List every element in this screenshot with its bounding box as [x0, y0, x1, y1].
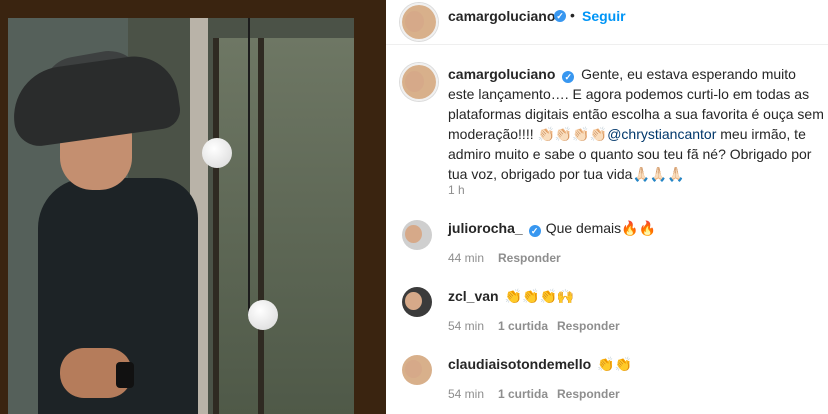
caption-mention-link[interactable]: @chrystiancantor [607, 126, 716, 142]
comment-timestamp[interactable]: 44 min [448, 251, 484, 265]
wristwatch [116, 362, 134, 388]
post-caption: camargoluciano ✓ Gente, eu estava espera… [448, 64, 824, 184]
light-bulb [202, 138, 232, 168]
comment-body: zcl_van 👏👏👏🙌 [448, 288, 574, 305]
comment-username[interactable]: zcl_van [448, 288, 499, 304]
light-cord [248, 18, 250, 318]
comment-timestamp[interactable]: 54 min [448, 319, 484, 333]
comment-username[interactable]: juliorocha_ [448, 220, 523, 236]
reply-button[interactable]: Responder [557, 387, 620, 401]
post-media[interactable] [0, 0, 386, 414]
author-avatar[interactable] [400, 3, 438, 41]
follow-button[interactable]: Seguir [582, 8, 626, 24]
reply-button[interactable]: Responder [498, 251, 561, 265]
caption-username[interactable]: camargoluciano [448, 66, 555, 82]
comment-likes-count[interactable]: 1 curtida [498, 387, 548, 401]
light-bulb [248, 300, 278, 330]
comment-text: 👏👏 [597, 356, 633, 372]
verified-icon: ✓ [562, 71, 575, 83]
comment-timestamp[interactable]: 54 min [448, 387, 484, 401]
verified-icon: ✓ [554, 10, 566, 22]
author-username[interactable]: camargoluciano [448, 8, 555, 24]
reply-button[interactable]: Responder [557, 319, 620, 333]
comment-text: 👏👏👏🙌 [504, 288, 575, 304]
comment-body: juliorocha_ ✓ Que demais🔥🔥 [448, 220, 656, 237]
avatar-face [405, 11, 425, 32]
background-window [213, 38, 354, 414]
comment-avatar[interactable] [402, 355, 432, 385]
post-header: camargoluciano ✓ • Seguir [386, 0, 828, 45]
comment-likes-count[interactable]: 1 curtida [498, 319, 548, 333]
separator-dot: • [570, 7, 575, 23]
caption-avatar[interactable] [400, 63, 438, 101]
post-panel: camargoluciano ✓ • Seguir camargoluciano… [386, 0, 828, 414]
comment-username[interactable]: claudiaisotondemello [448, 356, 591, 372]
comment-avatar[interactable] [402, 287, 432, 317]
post-timestamp[interactable]: 1 h [448, 183, 465, 197]
post-image [8, 18, 354, 414]
window-frame [258, 38, 264, 414]
comment-text: Que demais🔥🔥 [545, 220, 657, 236]
comment-body: claudiaisotondemello 👏👏 [448, 356, 632, 373]
comment-avatar[interactable] [402, 220, 432, 250]
verified-icon: ✓ [528, 225, 541, 237]
avatar-face [405, 71, 425, 92]
